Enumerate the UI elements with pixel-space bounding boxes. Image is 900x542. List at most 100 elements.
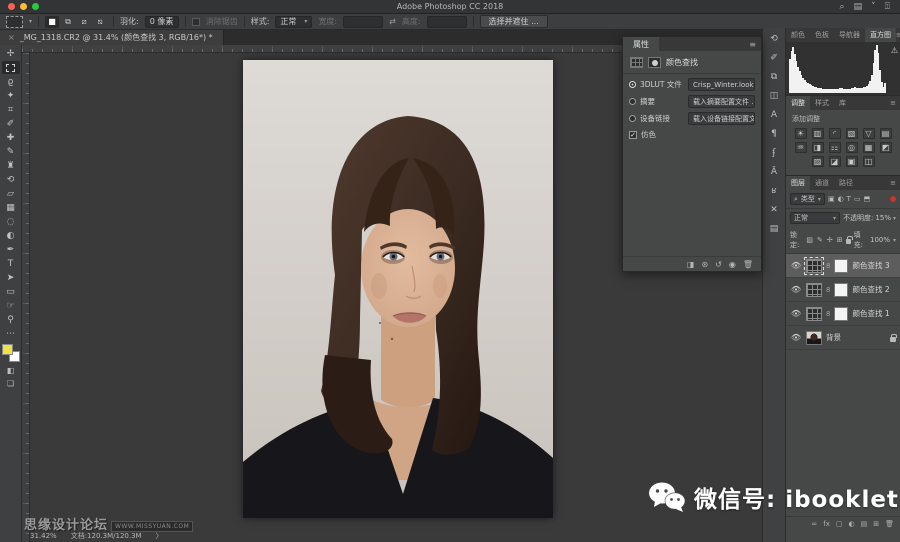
property-select-2[interactable]: 载入设备链接配置文件...▾ (688, 112, 755, 125)
view-previous-state-icon[interactable]: ⊛ (701, 260, 708, 269)
layer-thumbnail[interactable] (806, 331, 822, 345)
height-input[interactable] (427, 16, 467, 28)
layer-mask-icon[interactable] (648, 57, 661, 68)
mask-link-icon[interactable]: 8 (826, 286, 830, 294)
new-adjustment-layer-icon[interactable]: ◐ (849, 520, 855, 528)
adjustments-tab-库[interactable]: 库 (834, 96, 851, 110)
layers-tab-路径[interactable]: 路径 (834, 176, 858, 190)
histogram-tab-导航器[interactable]: 导航器 (834, 28, 865, 42)
layer-mask-thumbnail[interactable] (834, 283, 848, 297)
intersect-selection-button[interactable]: ⧅ (93, 16, 107, 28)
adjustment-thumbnail[interactable] (806, 259, 822, 273)
width-input[interactable] (343, 16, 383, 28)
filter-kind-select[interactable]: ⌕ 类型 ▾ (790, 193, 825, 205)
panel-menu-icon[interactable]: ≡ (749, 40, 756, 49)
histogram-tab-色板[interactable]: 色板 (810, 28, 834, 42)
color-balance-icon[interactable]: ♒ (795, 142, 807, 153)
layer-row-3[interactable]: 👁背景 (786, 326, 900, 350)
new-selection-button[interactable]: ■ (45, 16, 59, 28)
histogram-tab-颜色[interactable]: 颜色 (786, 28, 810, 42)
tool-preset-caret-icon[interactable]: ▾ (29, 18, 32, 25)
visibility-icon[interactable]: ◉ (729, 260, 736, 269)
layer-mask-thumbnail[interactable] (834, 307, 848, 321)
new-layer-icon[interactable]: ⊞ (873, 520, 879, 528)
channel-mixer-icon[interactable]: ◎ (846, 142, 858, 153)
mask-link-icon[interactable]: 8 (826, 262, 830, 270)
delete-layer-icon[interactable]: 🗑 (885, 520, 894, 528)
blend-mode-select[interactable]: 正常▾ (790, 212, 840, 224)
add-layer-mask-icon[interactable]: ▢ (836, 520, 843, 528)
lock-transparent-pixels-icon[interactable]: ▨ (806, 236, 813, 244)
layer-row-0[interactable]: 👁8颜色查找 3 (786, 254, 900, 278)
subtract-from-selection-button[interactable]: ⧄ (77, 16, 91, 28)
clone-source-panel-icon[interactable]: ⧉ (766, 70, 782, 83)
timeline-panel-icon[interactable]: ◫ (766, 89, 782, 102)
curves-icon[interactable]: ◜ (829, 128, 841, 139)
property-select-0[interactable]: Crisp_Winter.look▾ (688, 78, 755, 91)
zoom-level[interactable]: 31.42% (30, 532, 57, 540)
blur-tool[interactable]: ◌ (2, 215, 20, 228)
histogram-menu-icon[interactable]: ≡ (896, 31, 900, 39)
status-options-arrow[interactable]: 〉 (156, 531, 163, 541)
path-selection-tool[interactable]: ➤ (2, 271, 20, 284)
color-lookup-icon[interactable]: ▦ (863, 142, 875, 153)
clone-stamp-tool[interactable]: ♜ (2, 159, 20, 172)
radio-2[interactable] (629, 115, 636, 122)
filter-adjustment-layers-icon[interactable]: ◐ (838, 195, 844, 203)
filter-type-layers-icon[interactable]: T (847, 195, 851, 203)
opacity-value[interactable]: 15% (875, 214, 891, 222)
dither-checkbox[interactable]: ✓ (629, 131, 637, 139)
brush-tool[interactable]: ✎ (2, 145, 20, 158)
photo-filter-icon[interactable]: ⚏ (829, 142, 841, 153)
gradient-map-icon[interactable]: ▣ (846, 156, 858, 167)
glyphs-panel-icon[interactable]: ʄ (766, 146, 782, 159)
close-document-icon[interactable]: × (8, 33, 15, 42)
reset-icon[interactable]: ↺ (715, 260, 722, 269)
lock-position-icon[interactable]: ✢ (827, 236, 833, 244)
dodge-tool[interactable]: ◐ (2, 229, 20, 242)
opacity-control[interactable]: 不透明度: 15% ▾ (843, 213, 896, 223)
select-and-mask-button[interactable]: 选择并遮住 ... (480, 15, 548, 28)
lock-artboard-icon[interactable]: ⊞ (837, 236, 843, 244)
layers-tab-通道[interactable]: 通道 (810, 176, 834, 190)
pen-tool[interactable]: ✒ (2, 243, 20, 256)
workspace-switcher-icon[interactable]: ▤ (854, 2, 863, 12)
selective-color-icon[interactable]: ◫ (863, 156, 875, 167)
lock-image-pixels-icon[interactable]: ✎ (817, 236, 823, 244)
layers-tab-图层[interactable]: 图层 (786, 176, 810, 190)
edit-toolbar[interactable]: ⋯ (2, 327, 20, 340)
filter-smart-objects-icon[interactable]: ⬒ (864, 195, 871, 203)
exposure-icon[interactable]: ▧ (846, 128, 858, 139)
adjustments-tab-调整[interactable]: 调整 (786, 96, 810, 110)
hand-tool[interactable]: ☞ (2, 299, 20, 312)
gradient-tool[interactable]: ▦ (2, 201, 20, 214)
workspace-caret-icon[interactable]: ˅ (871, 2, 876, 12)
brightness-contrast-icon[interactable]: ☀ (795, 128, 807, 139)
share-icon[interactable]: ⍐ (885, 2, 890, 12)
clip-to-layer-icon[interactable]: ◨ (687, 260, 695, 269)
threshold-icon[interactable]: ◪ (829, 156, 841, 167)
paragraph-styles-panel-icon[interactable]: ʁ (766, 184, 782, 197)
adjustment-thumbnail[interactable] (806, 307, 822, 321)
histogram-tab-直方图[interactable]: 直方图 (865, 28, 896, 42)
invert-icon[interactable]: ◩ (880, 142, 892, 153)
antialias-checkbox[interactable] (192, 18, 200, 26)
foreground-color-swatch[interactable] (2, 344, 13, 355)
layer-row-2[interactable]: 👁8颜色查找 1 (786, 302, 900, 326)
hue-saturation-icon[interactable]: ▤ (880, 128, 892, 139)
libraries-panel-icon[interactable]: ▤ (766, 222, 782, 235)
layer-visibility-icon[interactable]: 👁 (790, 308, 802, 320)
layer-visibility-icon[interactable]: 👁 (790, 260, 802, 272)
posterize-icon[interactable]: ▨ (812, 156, 824, 167)
close-panel-icon[interactable]: ✕ (766, 203, 782, 216)
layer-visibility-icon[interactable]: 👁 (790, 284, 802, 296)
swap-width-height-icon[interactable]: ⇄ (389, 17, 396, 26)
lasso-tool[interactable]: ϱ (2, 75, 20, 88)
radio-0[interactable] (629, 81, 636, 88)
history-panel-icon[interactable]: ⟲ (766, 32, 782, 45)
quick-mask-button[interactable]: ◧ (7, 366, 15, 375)
black-white-icon[interactable]: ◨ (812, 142, 824, 153)
style-select[interactable]: 正常▾ (275, 16, 312, 28)
eyedropper-tool[interactable]: ✐ (2, 117, 20, 130)
adjustment-thumbnail[interactable] (806, 283, 822, 297)
